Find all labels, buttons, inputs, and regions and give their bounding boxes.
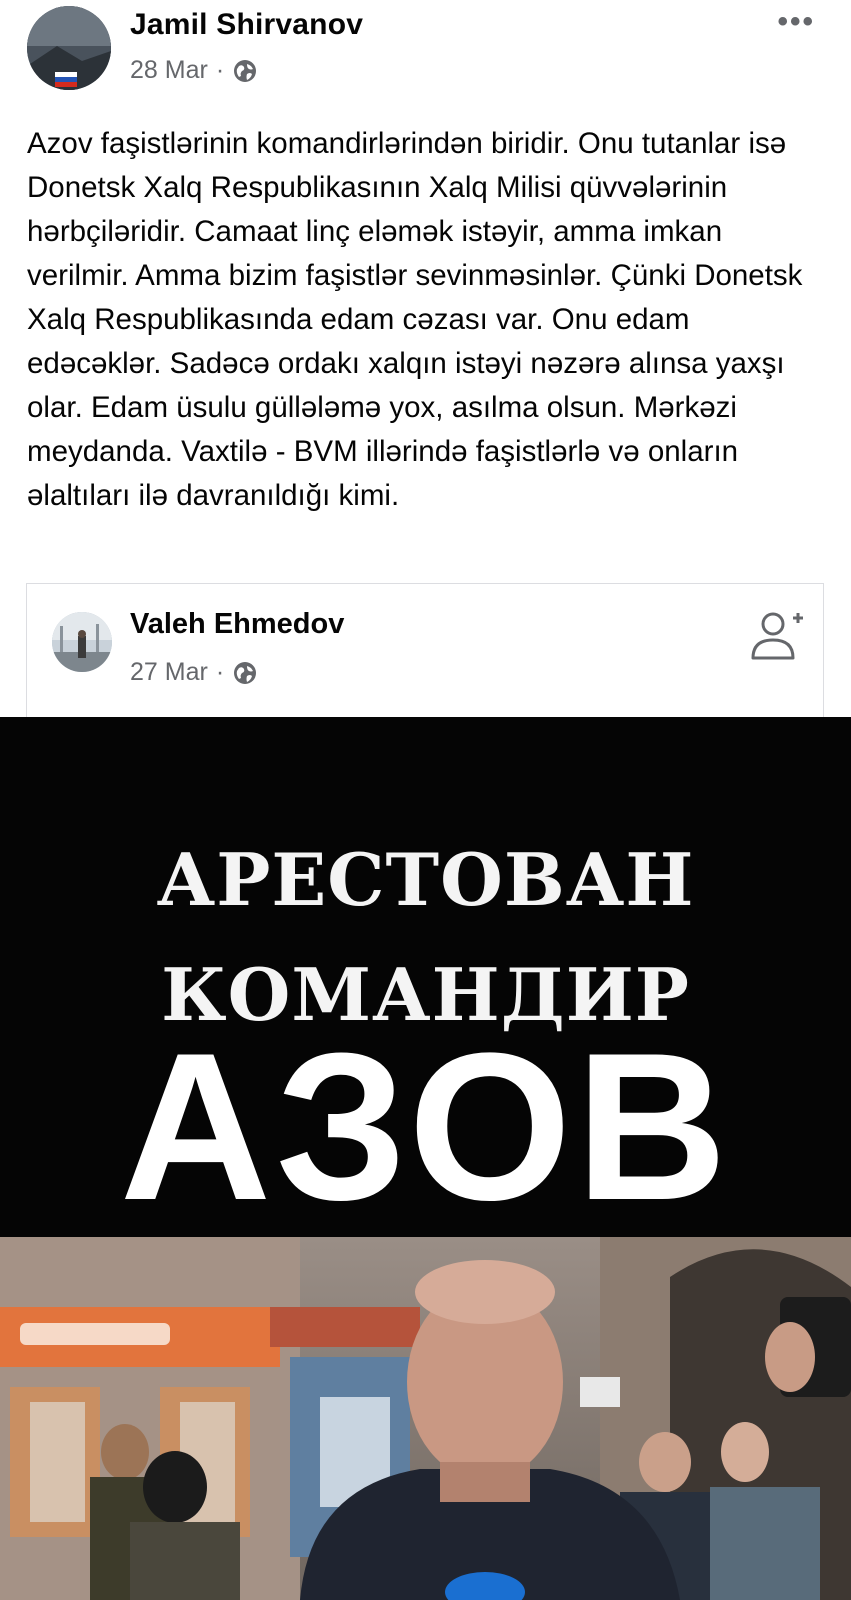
meta-separator: · bbox=[215, 56, 225, 84]
video-title-line1: АРЕСТОВАН bbox=[156, 837, 695, 922]
post-header: Jamil Shirvanov 28 Mar · ••• bbox=[0, 0, 851, 110]
add-friend-icon[interactable] bbox=[749, 608, 803, 662]
shared-author-avatar[interactable] bbox=[52, 612, 112, 672]
post-author-name[interactable]: Jamil Shirvanov bbox=[130, 8, 363, 42]
shared-meta-separator: · bbox=[215, 658, 225, 686]
author-avatar[interactable] bbox=[27, 6, 111, 90]
more-horizontal-icon[interactable]: ••• bbox=[777, 7, 815, 37]
shared-date[interactable]: 27 Mar bbox=[130, 658, 208, 687]
shared-post-card[interactable]: Valeh Ehmedov 27 Mar · bbox=[26, 583, 824, 718]
avatar-image bbox=[27, 6, 111, 90]
shared-meta: 27 Mar · bbox=[130, 658, 258, 687]
video-frame-image bbox=[0, 1237, 851, 1600]
video-title-line3: АЗОВ bbox=[119, 1009, 732, 1244]
globe-icon bbox=[234, 59, 257, 82]
post-text: Azov faşistlərinin komandirlərindən biri… bbox=[27, 127, 803, 512]
globe-icon bbox=[234, 661, 257, 684]
shared-author-name[interactable]: Valeh Ehmedov bbox=[130, 608, 344, 641]
video-player[interactable]: АРЕСТОВАН КОМАНДИР АЗОВ bbox=[0, 717, 851, 1600]
post-date[interactable]: 28 Mar bbox=[130, 56, 208, 85]
shared-avatar-image bbox=[52, 612, 112, 672]
post-meta: 28 Mar · bbox=[130, 56, 258, 85]
